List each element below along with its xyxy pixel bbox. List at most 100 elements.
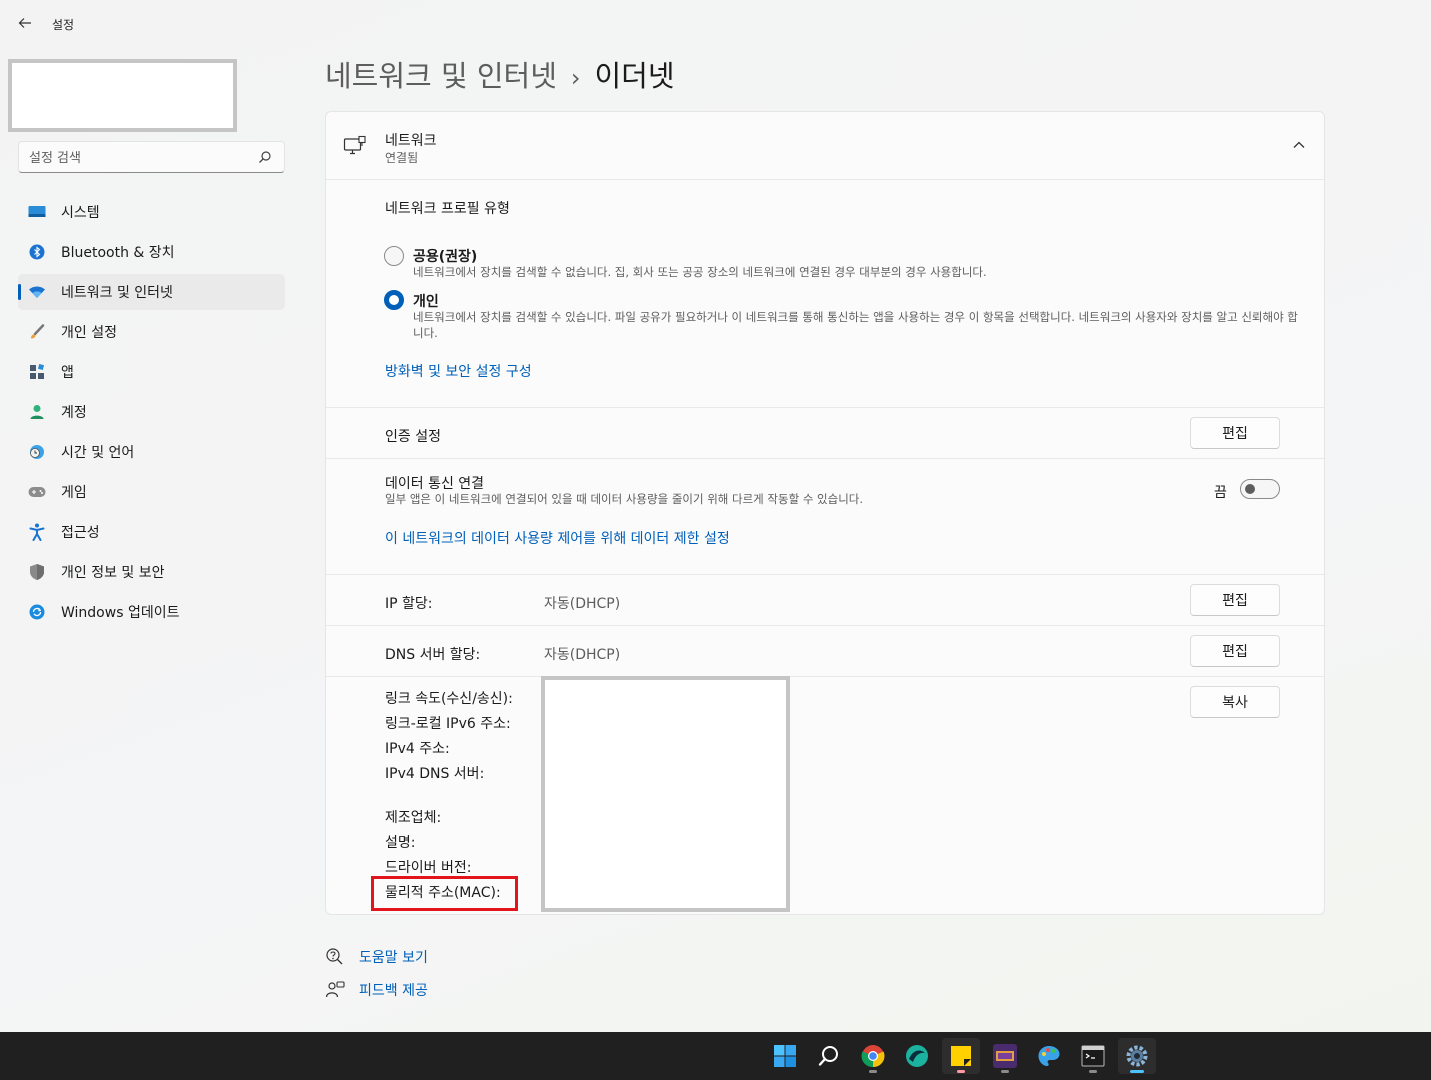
sidebar-item-label: Bluetooth & 장치: [61, 245, 175, 261]
give-feedback-label[interactable]: 피드백 제공: [359, 980, 428, 1000]
radio-private[interactable]: [384, 290, 404, 310]
windows-update-icon: [28, 603, 46, 621]
sidebar-item-accessibility[interactable]: 접근성: [18, 514, 285, 550]
sidebar-item-time-language[interactable]: 시간 및 언어: [18, 434, 285, 470]
metered-toggle-state: 끔: [1214, 485, 1227, 501]
user-profile-redacted[interactable]: [8, 59, 237, 132]
ethernet-monitor-icon: [343, 135, 366, 155]
sidebar-item-gaming[interactable]: 게임: [18, 474, 285, 510]
system-icon: [28, 203, 46, 221]
terminal-icon: [1081, 1045, 1105, 1067]
settings-gear-icon: [1126, 1045, 1148, 1067]
ip-assignment-label: IP 할당:: [385, 596, 433, 612]
manufacturer-label: 제조업체:: [385, 810, 442, 826]
radio-public-label[interactable]: 공용(권장): [413, 246, 477, 266]
sidebar-item-accounts[interactable]: 계정: [18, 394, 285, 430]
sidebar-item-label: 시간 및 언어: [61, 445, 135, 461]
back-arrow-icon: [18, 18, 31, 28]
paint-palette-icon: [1038, 1046, 1060, 1066]
copy-button[interactable]: 복사: [1190, 686, 1280, 718]
metered-connection-description: 일부 앱은 이 네트워크에 연결되어 있을 때 데이터 사용량을 줄이기 위해 …: [385, 492, 864, 506]
sidebar-item-system[interactable]: 시스템: [18, 194, 285, 230]
breadcrumb-separator: ›: [570, 64, 581, 92]
sidebar-item-bluetooth[interactable]: Bluetooth & 장치: [18, 234, 285, 270]
taskbar-start-button[interactable]: [766, 1038, 804, 1074]
radio-private-label[interactable]: 개인: [413, 291, 439, 311]
accessibility-icon: [28, 523, 46, 541]
chrome-icon: [861, 1045, 885, 1068]
search-icon: [818, 1046, 838, 1066]
account-icon: [28, 403, 46, 421]
taskbar-terminal[interactable]: [1074, 1038, 1112, 1074]
sidebar-item-label: 계정: [61, 405, 87, 421]
divider: [326, 676, 1324, 677]
network-card-header[interactable]: 네트워크 연결됨: [326, 112, 1324, 180]
back-button[interactable]: [14, 12, 36, 34]
mac-highlight-annotation: [371, 876, 518, 911]
network-name: 네트워크: [385, 133, 437, 149]
sidebar-item-personalization[interactable]: 개인 설정: [18, 314, 285, 350]
running-indicator: [869, 1070, 877, 1073]
bluetooth-icon: [28, 243, 46, 261]
taskbar-chrome[interactable]: [854, 1038, 892, 1074]
search-icon[interactable]: [258, 150, 272, 164]
game-app-icon: [993, 1044, 1017, 1068]
sidebar-nav: 시스템 Bluetooth & 장치 네트워크 및 인터넷 개인 설정 앱 계정…: [18, 194, 285, 634]
description-label: 설명:: [385, 835, 416, 851]
start-windows-icon: [774, 1045, 796, 1067]
metered-connection-toggle[interactable]: [1240, 479, 1280, 499]
active-window-indicator: [1130, 1070, 1144, 1073]
divider: [326, 458, 1324, 459]
profile-type-title: 네트워크 프로필 유형: [385, 201, 510, 217]
radio-public[interactable]: [384, 246, 404, 266]
taskbar-app-swirl[interactable]: [898, 1038, 936, 1074]
get-help-link[interactable]: 도움말 보기: [325, 947, 428, 967]
radio-private-description: 네트워크에서 장치를 검색할 수 있습니다. 파일 공유가 필요하거나 이 네트…: [413, 310, 1298, 340]
feedback-person-icon: [325, 981, 345, 998]
chevron-up-icon[interactable]: [1292, 138, 1306, 152]
data-limit-link[interactable]: 이 네트워크의 데이터 사용량 제어를 위해 데이터 제한 설정: [385, 528, 730, 548]
app-swirl-icon: [906, 1045, 928, 1067]
ip-assignment-value: 자동(DHCP): [544, 596, 621, 612]
sidebar-item-privacy[interactable]: 개인 정보 및 보안: [18, 554, 285, 590]
network-details-card: 네트워크 연결됨 네트워크 프로필 유형 공용(권장) 네트워크에서 장치를 검…: [325, 111, 1325, 915]
sticky-notes-icon: [951, 1046, 971, 1066]
privacy-shield-icon: [28, 563, 46, 581]
sidebar-item-label: 시스템: [61, 205, 100, 221]
breadcrumb-parent[interactable]: 네트워크 및 인터넷: [325, 59, 557, 93]
sidebar-item-apps[interactable]: 앱: [18, 354, 285, 390]
divider: [326, 407, 1324, 408]
sidebar-item-label: 개인 정보 및 보안: [61, 565, 165, 581]
sidebar-item-label: 앱: [61, 365, 74, 381]
running-indicator: [1001, 1070, 1009, 1073]
sidebar-item-windows-update[interactable]: Windows 업데이트: [18, 594, 285, 630]
taskbar-game-app[interactable]: [986, 1038, 1024, 1074]
sidebar-item-network[interactable]: 네트워크 및 인터넷: [18, 274, 285, 310]
time-language-icon: [28, 443, 46, 461]
personalization-brush-icon: [28, 323, 46, 341]
get-help-label[interactable]: 도움말 보기: [359, 947, 428, 967]
title-bar: 설정: [0, 0, 1431, 48]
taskbar-sticky-notes[interactable]: [942, 1038, 980, 1074]
running-indicator: [1089, 1070, 1097, 1073]
sidebar-item-label: 네트워크 및 인터넷: [61, 285, 173, 301]
dns-edit-button[interactable]: 편집: [1190, 635, 1280, 667]
settings-window: 설정 시스템 Bluetooth & 장치 네트워크 및 인터넷 개인 설정 앱: [0, 0, 1431, 1032]
taskbar-settings[interactable]: [1118, 1038, 1156, 1074]
ip-edit-button[interactable]: 편집: [1190, 584, 1280, 616]
taskbar-search-button[interactable]: [810, 1038, 848, 1074]
give-feedback-link[interactable]: 피드백 제공: [325, 980, 428, 1000]
settings-search-box[interactable]: [18, 141, 285, 173]
dns-assignment-label: DNS 서버 할당:: [385, 647, 481, 663]
radio-public-description: 네트워크에서 장치를 검색할 수 없습니다. 집, 회사 또는 공공 장소의 네…: [413, 265, 987, 279]
divider: [326, 625, 1324, 626]
firewall-settings-link[interactable]: 방화벽 및 보안 설정 구성: [385, 361, 532, 381]
search-input[interactable]: [29, 148, 249, 168]
help-question-icon: [326, 948, 343, 965]
sidebar-item-label: Windows 업데이트: [61, 605, 180, 621]
network-status: 연결됨: [385, 151, 419, 165]
auth-edit-button[interactable]: 편집: [1190, 417, 1280, 449]
ipv6-address-label: 링크-로컬 IPv6 주소:: [385, 716, 511, 732]
taskbar-paint-app[interactable]: [1030, 1038, 1068, 1074]
property-values-redacted: [541, 676, 790, 912]
